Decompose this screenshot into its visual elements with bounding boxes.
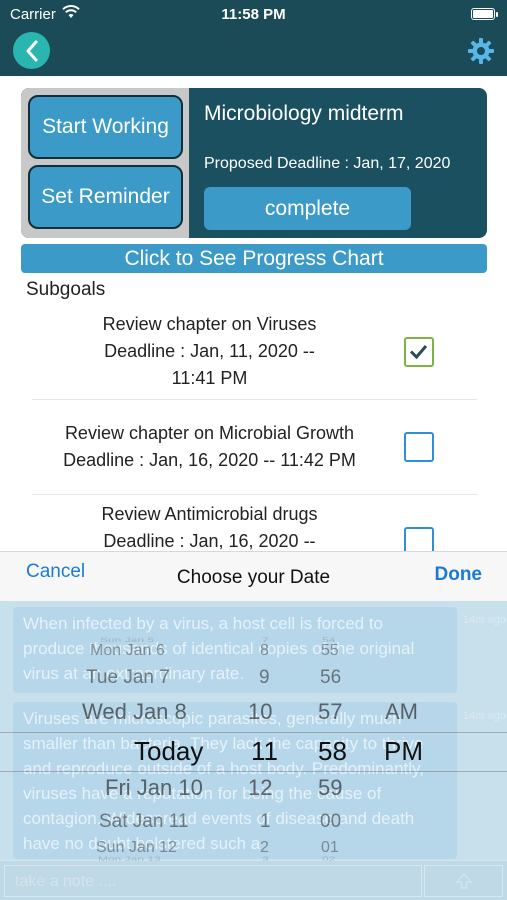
send-arrow-icon bbox=[454, 872, 473, 889]
picker-hour-selected[interactable]: 11 bbox=[251, 738, 278, 764]
subgoals-heading: Subgoals bbox=[26, 279, 106, 300]
picker-minute[interactable]: 59 bbox=[318, 777, 342, 799]
note-input[interactable]: take a note .... bbox=[4, 865, 422, 897]
subgoal-checkbox[interactable] bbox=[404, 337, 434, 367]
nav-bar bbox=[0, 30, 507, 76]
goal-deadline: Proposed Deadline : Jan, 17, 2020 bbox=[204, 155, 451, 172]
note-input-bar: take a note .... bbox=[0, 860, 507, 900]
picker-date[interactable]: Fri Jan 10 bbox=[105, 777, 203, 799]
picker-title: Choose your Date bbox=[176, 567, 331, 588]
picker-ampm[interactable]: AM bbox=[385, 701, 418, 723]
checkmark-icon bbox=[409, 345, 428, 360]
start-working-button[interactable]: Start Working bbox=[28, 95, 183, 159]
subgoal-checkbox[interactable] bbox=[404, 432, 434, 462]
picker-hour[interactable]: 10 bbox=[248, 701, 272, 723]
picker-hour[interactable]: 8 bbox=[260, 643, 269, 659]
goal-card: Start Working Set Reminder Microbiology … bbox=[21, 88, 487, 238]
subgoal-text: Review Antimicrobial drugs Deadline : Ja… bbox=[32, 501, 387, 551]
picker-minute[interactable]: 55 bbox=[321, 643, 339, 659]
picker-minute[interactable]: 56 bbox=[320, 668, 341, 687]
picker-ampm-selected[interactable]: PM bbox=[384, 738, 423, 764]
subgoal-deadline: Deadline : Jan, 16, 2020 -- bbox=[103, 531, 316, 551]
picker-date[interactable]: Tue Jan 7 bbox=[86, 668, 170, 687]
picker-date[interactable]: Sun Jan 12 bbox=[96, 840, 177, 856]
picker-hour[interactable]: 12 bbox=[248, 777, 272, 799]
goal-actions-panel: Start Working Set Reminder bbox=[21, 88, 189, 238]
subgoal-text: Review chapter on Viruses Deadline : Jan… bbox=[32, 311, 387, 392]
complete-button[interactable]: complete bbox=[204, 187, 411, 230]
picker-minute[interactable]: 57 bbox=[318, 701, 342, 723]
subgoal-item: Review chapter on Viruses Deadline : Jan… bbox=[32, 306, 477, 400]
status-bar: Carrier 11:58 PM bbox=[0, 0, 507, 30]
gear-icon[interactable] bbox=[468, 38, 494, 64]
progress-chart-button[interactable]: Click to See Progress Chart bbox=[21, 244, 487, 273]
picker-hour[interactable]: 1 bbox=[260, 812, 271, 831]
subgoal-title: Review chapter on Viruses bbox=[102, 314, 317, 334]
picker-toolbar: Cancel Choose your Date Done bbox=[0, 551, 507, 601]
picker-date[interactable]: Wed Jan 8 bbox=[82, 701, 187, 723]
subgoal-item: Review Antimicrobial drugs Deadline : Ja… bbox=[32, 495, 477, 551]
set-reminder-button[interactable]: Set Reminder bbox=[28, 165, 183, 229]
picker-hour[interactable]: 9 bbox=[259, 668, 270, 687]
subgoal-checkbox[interactable] bbox=[404, 527, 434, 551]
picker-minute-selected[interactable]: 58 bbox=[318, 738, 347, 764]
back-button[interactable] bbox=[13, 32, 50, 69]
date-picker[interactable]: Sun Jan 5 Mon Jan 6 Tue Jan 7 Wed Jan 8 … bbox=[0, 601, 507, 863]
picker-minute[interactable]: 02 bbox=[322, 856, 335, 863]
chevron-left-icon bbox=[26, 40, 37, 61]
subgoal-title: Review chapter on Microbial Growth bbox=[64, 423, 355, 443]
clock: 11:58 PM bbox=[221, 6, 286, 23]
picker-minute[interactable]: 00 bbox=[320, 812, 341, 831]
picker-hour[interactable]: 2 bbox=[260, 840, 269, 856]
battery-icon bbox=[471, 8, 498, 20]
subgoal-deadline: Deadline : Jan, 16, 2020 -- 11:42 PM bbox=[63, 450, 356, 470]
picker-hour[interactable]: 3 bbox=[262, 856, 269, 863]
done-button[interactable]: Done bbox=[435, 564, 483, 586]
send-button[interactable] bbox=[424, 865, 503, 897]
subgoal-item: Review chapter on Microbial Growth Deadl… bbox=[32, 400, 477, 495]
subgoal-deadline: Deadline : Jan, 11, 2020 -- bbox=[104, 341, 315, 361]
subgoal-text: Review chapter on Microbial Growth Deadl… bbox=[32, 420, 387, 474]
picker-minute[interactable]: 01 bbox=[321, 840, 339, 856]
picker-date[interactable]: Mon Jan 13 bbox=[98, 856, 161, 863]
picker-date[interactable]: Sat Jan 11 bbox=[99, 812, 188, 831]
picker-date-selected[interactable]: Today bbox=[134, 738, 203, 764]
picker-date[interactable]: Mon Jan 6 bbox=[90, 643, 165, 659]
goal-title: Microbiology midterm bbox=[204, 102, 404, 125]
subgoal-title: Review Antimicrobial drugs bbox=[101, 504, 318, 524]
subgoal-deadline-time: 11:41 PM bbox=[171, 368, 248, 388]
